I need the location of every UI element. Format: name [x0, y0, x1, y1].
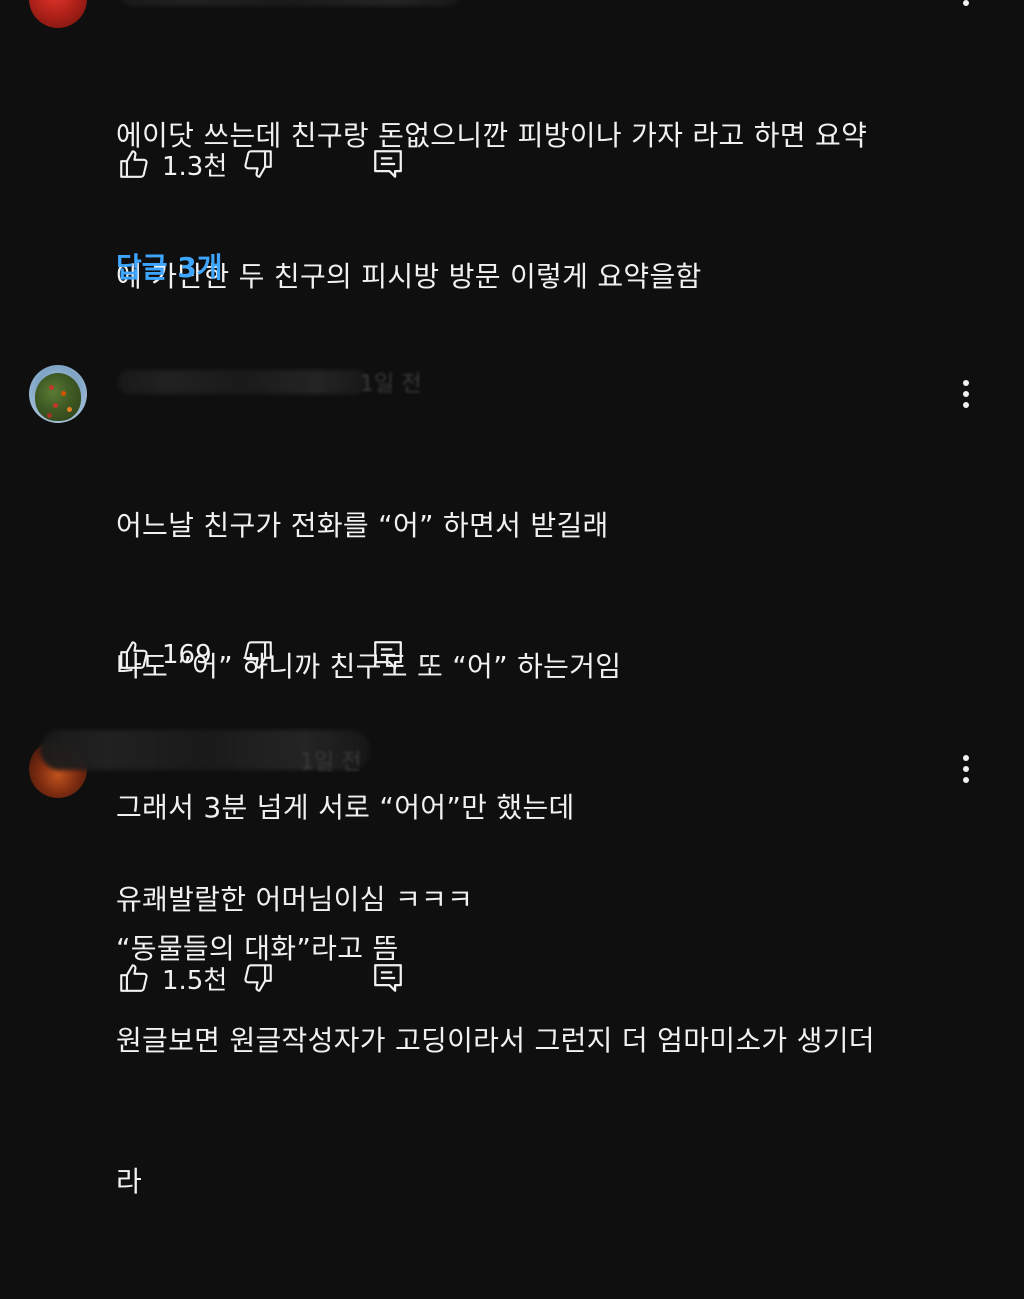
comment-line: 어느날 친구가 전화를 “어” 하면서 받길래	[116, 509, 609, 542]
like-count: 1.5천	[162, 965, 228, 996]
more-vertical-icon[interactable]	[962, 380, 970, 414]
thumbs-up-icon[interactable]	[116, 637, 152, 673]
comment-text: 유쾌발랄한 어머님이심 ㅋㅋㅋ 원글보면 원글작성자가 고딩이라서 그런지 더 …	[116, 782, 875, 1299]
comment-timestamp: 1일 전	[360, 372, 422, 397]
like-count: 1.3천	[162, 151, 228, 182]
thumbs-down-icon[interactable]	[240, 637, 276, 673]
more-vertical-icon[interactable]	[962, 755, 970, 789]
thumbs-down-icon[interactable]	[240, 146, 276, 182]
reply-comment-icon[interactable]	[370, 146, 406, 182]
comment-line: 유쾌발랄한 어머님이심 ㅋㅋㅋ	[116, 883, 474, 916]
comment-timestamp: 1일 전	[300, 750, 362, 775]
comment-line: 에 가난한 두 친구의 피시방 방문 이렇게 요약을함	[116, 260, 702, 293]
redacted-author-name	[118, 370, 368, 394]
comment-line: 원글보면 원글작성자가 고딩이라서 그런지 더 엄마미소가 생기더	[116, 1024, 875, 1057]
thumbs-up-icon[interactable]	[116, 146, 152, 182]
tree-avatar-image	[35, 373, 81, 421]
comment-actions: 1.3천	[116, 144, 402, 184]
thumbs-up-icon[interactable]	[116, 960, 152, 996]
comment-line: 라	[116, 1165, 143, 1198]
comment-text: 에이닷 쓰는데 친구랑 돈없으니깐 피방이나 가자 라고 하면 요약 에 가난한…	[116, 18, 867, 394]
comment-actions: 1.5천	[116, 958, 402, 998]
avatar[interactable]	[29, 0, 87, 28]
avatar[interactable]	[29, 365, 87, 423]
reply-comment-icon[interactable]	[370, 637, 406, 673]
more-vertical-icon[interactable]	[962, 0, 970, 12]
reply-comment-icon[interactable]	[370, 960, 406, 996]
comment-actions: 169	[116, 635, 402, 675]
redacted-author-name	[120, 0, 460, 6]
view-replies-link[interactable]: 답글 3개	[116, 246, 223, 286]
like-count: 169	[162, 640, 212, 670]
thumbs-down-icon[interactable]	[240, 960, 276, 996]
